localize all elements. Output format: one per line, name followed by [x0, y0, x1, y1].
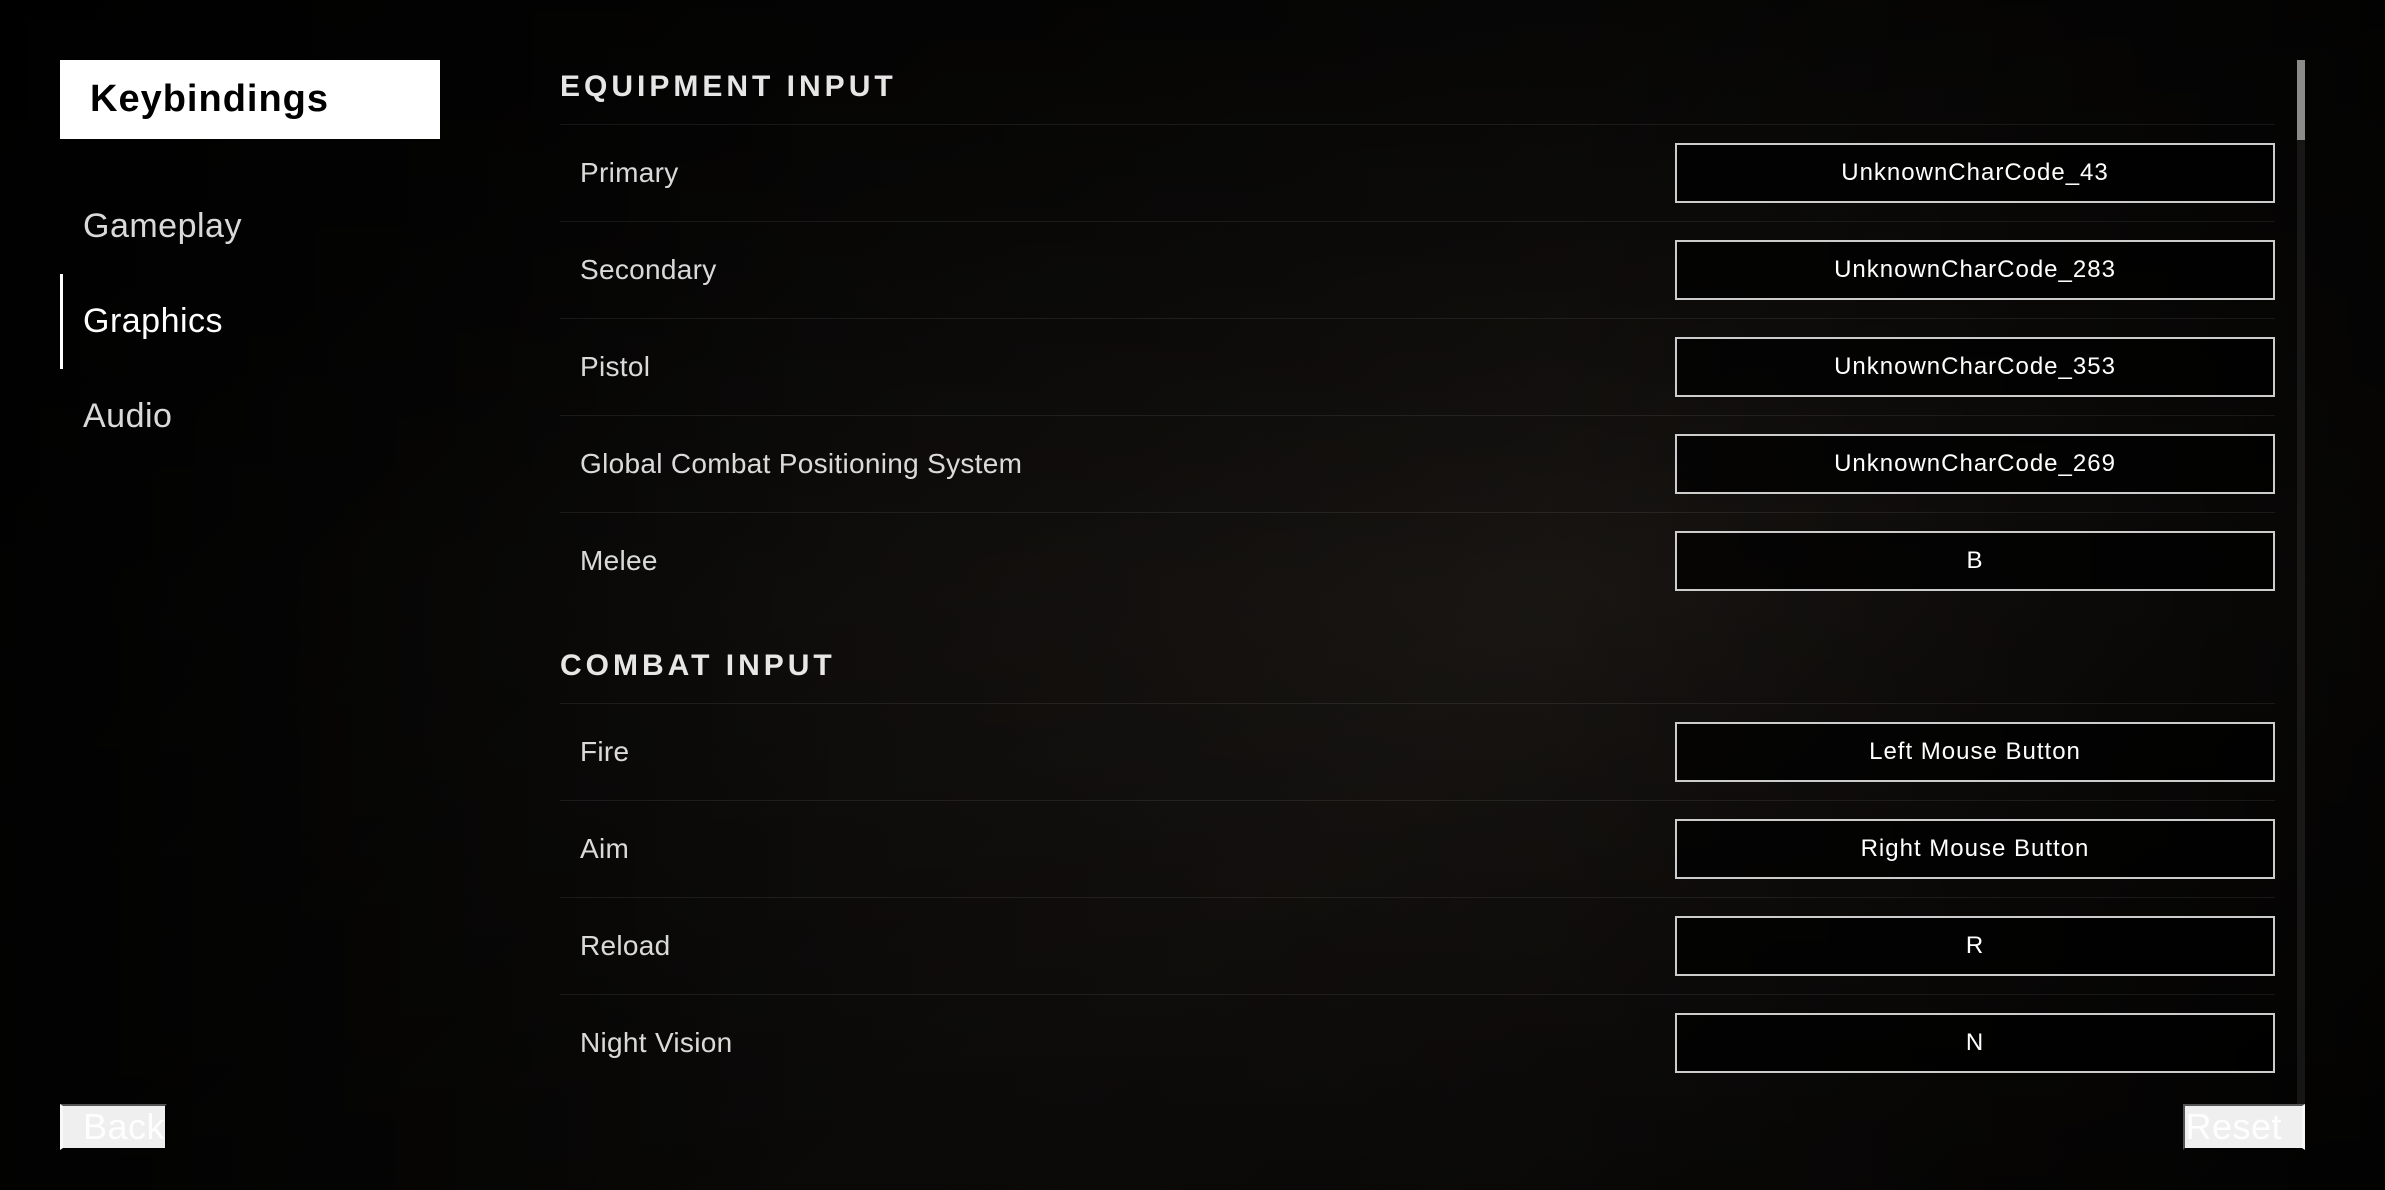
keybind-label-secondary: Secondary [560, 254, 1675, 286]
keybind-input-primary[interactable]: UnknownCharCode_43 [1675, 143, 2275, 203]
sidebar-item-graphics[interactable]: Graphics [60, 274, 440, 369]
keybind-input-secondary[interactable]: UnknownCharCode_283 [1675, 240, 2275, 300]
keybind-label-reload: Reload [560, 930, 1675, 962]
keybind-input-gcps[interactable]: UnknownCharCode_269 [1675, 434, 2275, 494]
main-content: EQUIPMENT INPUT Primary UnknownCharCode_… [500, 0, 2385, 1190]
keybind-row-melee: Melee B [560, 512, 2275, 609]
keybind-input-melee[interactable]: B [1675, 531, 2275, 591]
sidebar-item-audio[interactable]: Audio [60, 369, 440, 464]
keybind-row-secondary: Secondary UnknownCharCode_283 [560, 221, 2275, 318]
keybind-label-pistol: Pistol [560, 351, 1675, 383]
scrollable-area[interactable]: EQUIPMENT INPUT Primary UnknownCharCode_… [560, 60, 2305, 1130]
keybind-row-primary: Primary UnknownCharCode_43 [560, 124, 2275, 221]
keybind-row-aim: Aim Right Mouse Button [560, 800, 2275, 897]
keybind-label-primary: Primary [560, 157, 1675, 189]
keybind-input-pistol[interactable]: UnknownCharCode_353 [1675, 337, 2275, 397]
keybind-label-aim: Aim [560, 833, 1675, 865]
keybind-label-fire: Fire [560, 736, 1675, 768]
keybind-input-reload[interactable]: R [1675, 916, 2275, 976]
sidebar-item-label-graphics: Graphics [83, 302, 223, 341]
keybind-row-gcps: Global Combat Positioning System Unknown… [560, 415, 2275, 512]
combat-keybind-list: Fire Left Mouse Button Aim Right Mouse B… [560, 703, 2275, 1091]
sidebar-item-label-audio: Audio [83, 397, 172, 436]
keybind-label-night-vision: Night Vision [560, 1027, 1675, 1059]
scrollbar-thumb[interactable] [2297, 60, 2305, 140]
keybind-label-melee: Melee [560, 545, 1675, 577]
keybind-input-fire[interactable]: Left Mouse Button [1675, 722, 2275, 782]
reset-button[interactable]: Reset [2183, 1104, 2305, 1150]
equipment-section-title: EQUIPMENT INPUT [560, 70, 2275, 104]
sidebar: Keybindings Gameplay Graphics Audio [0, 0, 500, 1190]
sidebar-title[interactable]: Keybindings [60, 60, 440, 139]
equipment-keybind-list: Primary UnknownCharCode_43 Secondary Unk… [560, 124, 2275, 609]
scrollbar-track [2297, 60, 2305, 1130]
combat-section-title: COMBAT INPUT [560, 649, 2275, 683]
keybind-input-aim[interactable]: Right Mouse Button [1675, 819, 2275, 879]
keybind-row-pistol: Pistol UnknownCharCode_353 [560, 318, 2275, 415]
content-area: EQUIPMENT INPUT Primary UnknownCharCode_… [560, 60, 2305, 1130]
back-button[interactable]: Back [60, 1104, 167, 1150]
bottom-bar: Back Reset [0, 1064, 2385, 1190]
sidebar-item-label-gameplay: Gameplay [83, 207, 242, 246]
keybind-label-gcps: Global Combat Positioning System [560, 448, 1675, 480]
sidebar-item-gameplay[interactable]: Gameplay [60, 179, 440, 274]
keybind-row-fire: Fire Left Mouse Button [560, 703, 2275, 800]
keybind-row-reload: Reload R [560, 897, 2275, 994]
